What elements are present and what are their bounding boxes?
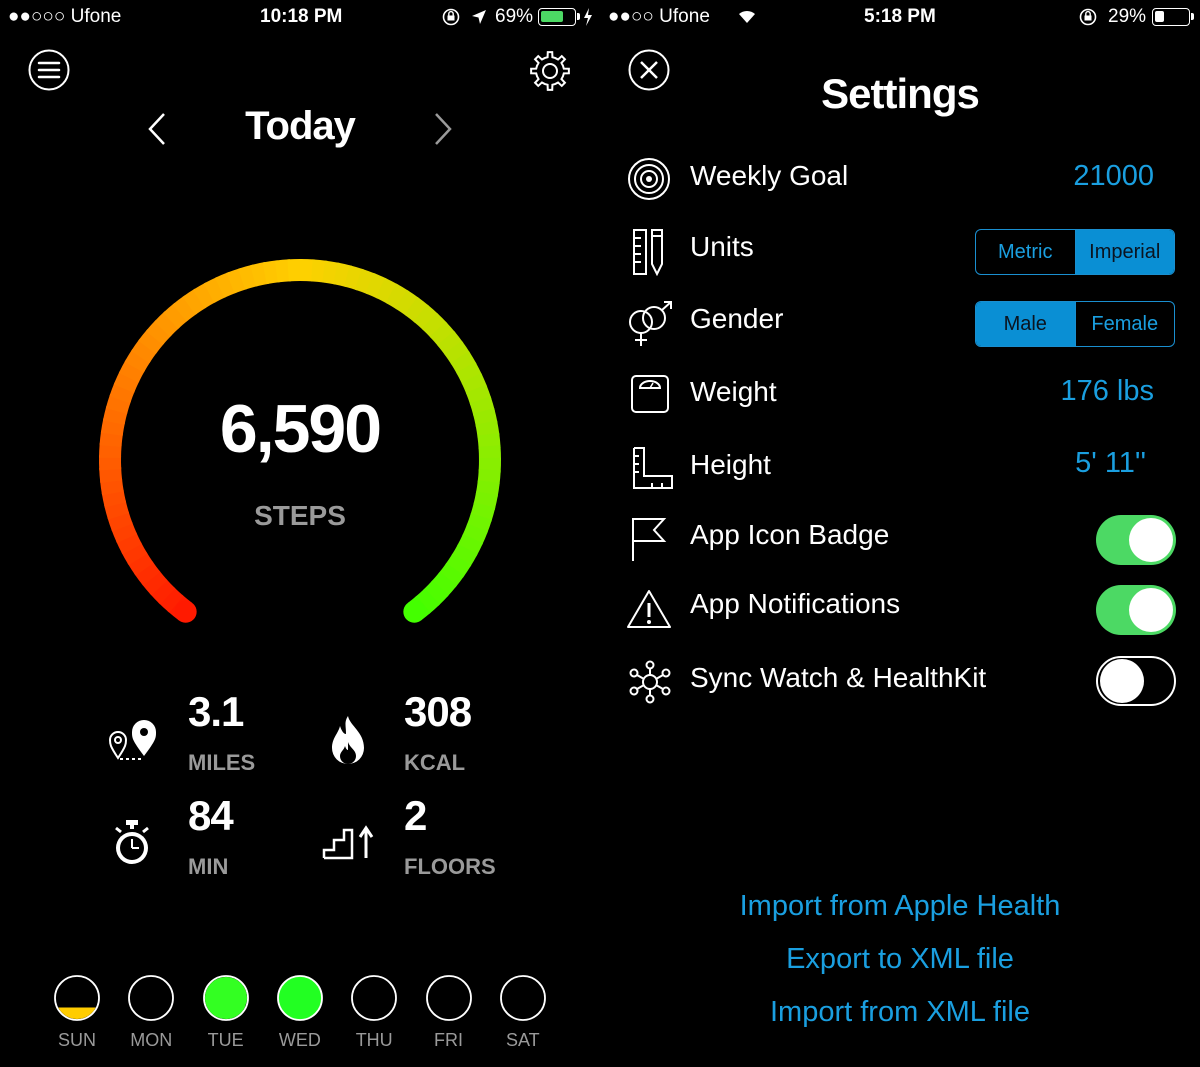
progress-arc-cap <box>174 600 197 623</box>
app-notifications-toggle[interactable] <box>1096 585 1176 635</box>
height-label: Height <box>690 449 771 480</box>
battery-icon <box>1152 8 1190 26</box>
units-label: Units <box>690 231 754 262</box>
weekly-goal-value[interactable]: 21000 <box>960 160 1154 193</box>
orientation-lock-icon <box>442 8 460 26</box>
battery-icon <box>538 8 576 26</box>
steps-label: STEPS <box>254 500 346 531</box>
gender-option-female[interactable]: Female <box>1074 302 1175 346</box>
flame-icon <box>332 716 364 764</box>
sync-label: Sync Watch & HealthKit <box>690 662 987 693</box>
scale-icon <box>631 375 669 413</box>
calories-label: KCAL <box>404 750 466 775</box>
import-xml-link[interactable]: Import from XML file <box>600 996 1200 1029</box>
distance-label: MILES <box>188 750 256 775</box>
day-label: SAT <box>505 1030 540 1050</box>
settings-screen: ●●○○ Ufone 5:18 PM 29% Settings Weekly G… <box>600 0 1200 1067</box>
stopwatch-icon <box>115 820 149 864</box>
warning-icon <box>627 590 671 628</box>
floors-label: FLOORS <box>404 854 496 879</box>
height-ruler-icon <box>633 447 673 489</box>
map-pin-icon <box>108 720 156 760</box>
steps-value: 6,590 <box>219 391 382 467</box>
day-label: WED <box>278 1030 321 1050</box>
page-title: Today <box>245 104 356 148</box>
orientation-lock-icon <box>1079 8 1097 26</box>
battery-percent: 29% <box>1108 6 1147 27</box>
network-icon <box>629 660 671 704</box>
app-icon-badge-toggle[interactable] <box>1096 515 1176 565</box>
height-value[interactable]: 5' 11'' <box>960 447 1146 480</box>
day-label: THU <box>355 1030 393 1050</box>
day-circle-thu[interactable] <box>349 973 399 1028</box>
target-icon <box>628 158 670 200</box>
menu-icon[interactable] <box>28 49 70 91</box>
units-option-metric[interactable]: Metric <box>976 230 1075 274</box>
day-label: FRI <box>434 1030 463 1050</box>
day-circle-fri[interactable] <box>424 973 474 1028</box>
day-label: TUE <box>207 1030 244 1050</box>
day-label: SUN <box>57 1030 96 1050</box>
day-circle-wed[interactable] <box>275 973 325 1028</box>
export-xml-link[interactable]: Export to XML file <box>600 943 1200 976</box>
weight-label: Weight <box>690 376 777 407</box>
floors-value: 2 <box>404 792 427 839</box>
weight-value[interactable]: 176 lbs <box>960 375 1154 408</box>
gender-option-male[interactable]: Male <box>976 302 1075 346</box>
day-circle-sun[interactable] <box>52 973 102 1028</box>
wifi-icon <box>739 10 755 23</box>
app-icon-badge-label: App Icon Badge <box>690 519 890 550</box>
chevron-right-icon[interactable] <box>432 112 454 146</box>
battery-percent: 69% <box>495 6 534 27</box>
carrier-label: ●●○○○ Ufone <box>8 6 122 27</box>
today-screen: ●●○○○ Ufone 10:18 PM 69% Today 6,590 STE… <box>0 0 600 1067</box>
progress-arc-cap <box>403 600 426 623</box>
sync-toggle[interactable] <box>1096 656 1176 706</box>
carrier-label: ●●○○ Ufone <box>608 6 710 27</box>
time-label: MIN <box>188 854 229 879</box>
units-option-imperial[interactable]: Imperial <box>1074 230 1174 274</box>
gender-segmented-control[interactable]: Male Female <box>975 301 1175 347</box>
distance-value: 3.1 <box>188 688 244 735</box>
ruler-pencil-icon <box>633 229 663 276</box>
import-apple-health-link[interactable]: Import from Apple Health <box>600 890 1200 923</box>
day-circle-tue[interactable] <box>201 973 251 1028</box>
app-notifications-label: App Notifications <box>690 588 901 619</box>
units-segmented-control[interactable]: Metric Imperial <box>975 229 1175 275</box>
day-circle-mon[interactable] <box>126 973 176 1028</box>
gear-icon[interactable] <box>528 49 572 93</box>
settings-title: Settings <box>821 70 980 117</box>
stairs-icon <box>322 825 374 860</box>
gender-icon <box>629 301 672 346</box>
flag-icon <box>632 518 667 561</box>
status-time: 5:18 PM <box>864 6 936 27</box>
location-arrow-icon <box>472 10 486 24</box>
gender-label: Gender <box>690 303 784 334</box>
time-value: 84 <box>188 792 234 839</box>
status-time: 10:18 PM <box>260 6 343 27</box>
day-circle-sat[interactable] <box>498 973 548 1028</box>
day-label: MON <box>130 1030 173 1050</box>
calories-value: 308 <box>404 688 472 735</box>
weekly-goal-label: Weekly Goal <box>690 160 849 191</box>
charging-bolt-icon <box>584 8 592 26</box>
